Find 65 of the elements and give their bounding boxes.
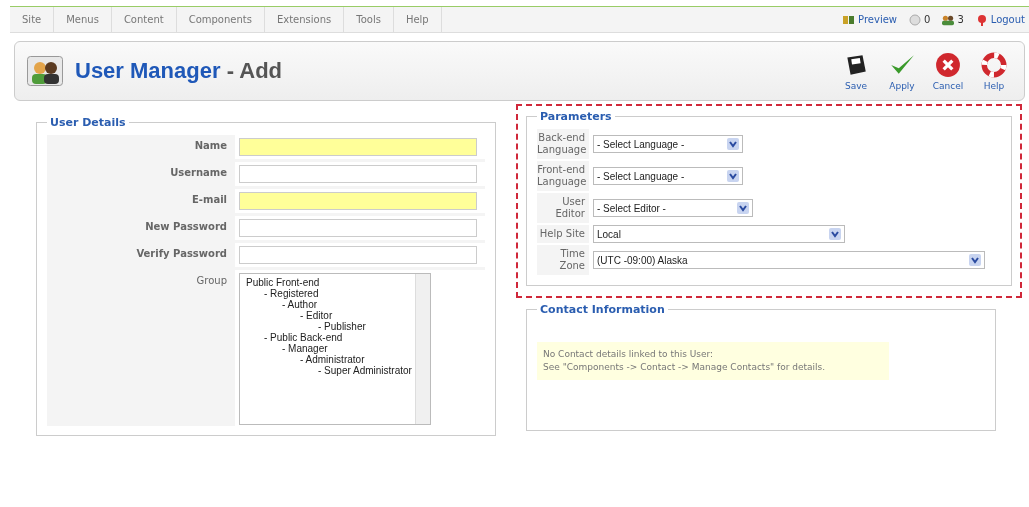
- users-count: 3: [957, 14, 964, 25]
- menu-item[interactable]: Tools: [344, 7, 394, 32]
- menu-item[interactable]: Extensions: [264, 7, 345, 32]
- caret-icon: [727, 138, 739, 150]
- logout-link[interactable]: Logout: [990, 14, 1025, 25]
- field-label: User Editor: [537, 193, 589, 223]
- preview-link[interactable]: Preview: [858, 14, 897, 25]
- scrollbar[interactable]: [415, 274, 430, 424]
- notice-text: See "Components -> Contact -> Manage Contacts" for details.: [543, 361, 827, 374]
- close-icon: [935, 51, 961, 78]
- menu-item[interactable]: Menus: [54, 7, 112, 32]
- section-title: Parameters: [539, 110, 613, 123]
- field-label: Back-end Language: [537, 129, 589, 159]
- field-label: Front-end Language: [537, 161, 589, 191]
- dropdown[interactable]: - Select Language -: [593, 167, 743, 185]
- input-field[interactable]: [239, 246, 477, 264]
- list-option[interactable]: - Administrator: [240, 354, 415, 365]
- cancel-button[interactable]: Cancel: [928, 51, 968, 91]
- users-icon: [942, 13, 955, 26]
- field-label: Verify Password: [135, 247, 228, 261]
- field-label: Name: [193, 139, 228, 153]
- field-label: Time Zone: [537, 245, 589, 275]
- list-option[interactable]: - Editor: [240, 310, 415, 321]
- message-count: 0: [924, 14, 931, 25]
- apply-button[interactable]: Apply: [882, 51, 922, 91]
- caret-icon: [727, 170, 739, 182]
- menu-item[interactable]: Site: [10, 7, 55, 32]
- lifebuoy-icon: [981, 51, 1007, 78]
- page-title: User Manager - Add: [75, 58, 282, 84]
- menu-item[interactable]: Help: [393, 7, 442, 32]
- field-label: Group: [195, 274, 228, 288]
- caret-icon: [737, 202, 749, 214]
- menu-item[interactable]: Content: [111, 7, 177, 32]
- list-option[interactable]: - Publisher: [240, 321, 415, 332]
- message-icon: [909, 13, 921, 26]
- field-label: Username: [169, 166, 228, 180]
- help-button[interactable]: Help: [974, 51, 1014, 91]
- input-field[interactable]: [239, 219, 477, 237]
- caret-icon: [829, 228, 841, 240]
- list-option[interactable]: - Author: [240, 299, 415, 310]
- input-field[interactable]: [239, 165, 477, 183]
- list-option[interactable]: - Public Back-end: [240, 332, 415, 343]
- dropdown[interactable]: Local: [593, 225, 845, 243]
- list-option[interactable]: Public Front-end: [240, 277, 415, 288]
- dropdown[interactable]: - Select Language -: [593, 135, 743, 153]
- input-field[interactable]: [239, 192, 477, 210]
- preview-icon: [843, 13, 856, 26]
- logout-icon: [975, 13, 988, 26]
- notice-text: No Contact details linked to this User:: [543, 348, 715, 361]
- save-button[interactable]: Save: [836, 51, 876, 91]
- dropdown[interactable]: (UTC -09:00) Alaska: [593, 251, 985, 269]
- list-option[interactable]: - Super Administrator: [240, 365, 415, 376]
- caret-icon: [969, 254, 981, 266]
- users-icon: [27, 56, 63, 86]
- section-title: Contact Information: [539, 303, 666, 316]
- menu-item[interactable]: Components: [176, 7, 265, 32]
- field-label: E-mail: [191, 193, 228, 207]
- section-title: User Details: [49, 116, 127, 129]
- list-option[interactable]: - Registered: [240, 288, 415, 299]
- field-label: Help Site: [537, 225, 589, 243]
- list-option[interactable]: - Manager: [240, 343, 415, 354]
- dropdown[interactable]: - Select Editor -: [593, 199, 753, 217]
- input-field[interactable]: [239, 138, 477, 156]
- group-list[interactable]: Public Front-end - Registered - Author - Editor - Publisher - Public Back-end - Manager - Administrator - Super Administrator: [239, 273, 431, 425]
- field-label: New Password: [144, 220, 228, 234]
